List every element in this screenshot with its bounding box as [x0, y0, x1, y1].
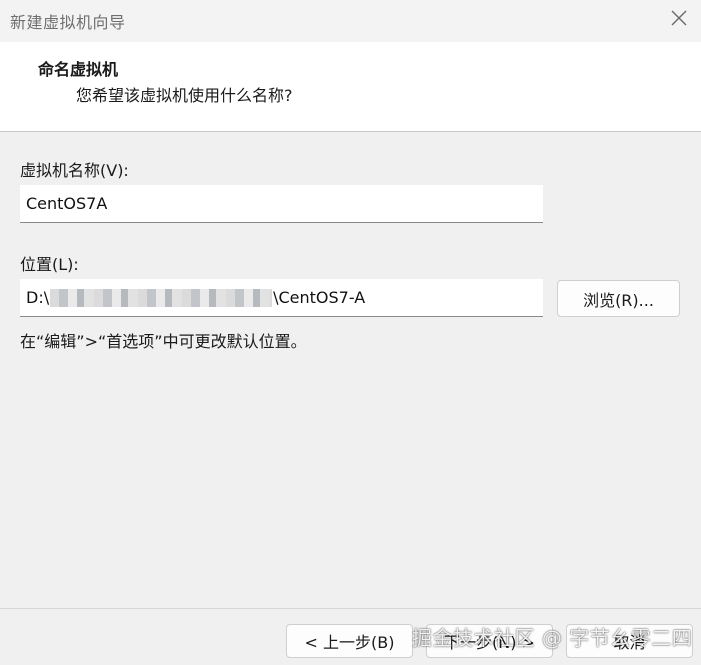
location-input[interactable]: D:\ \CentOS7-A [20, 279, 543, 317]
window-title: 新建虚拟机向导 [10, 13, 126, 32]
vm-name-input[interactable]: CentOS7A [20, 185, 543, 223]
close-icon [670, 9, 688, 31]
location-prefix: D:\ [26, 288, 50, 307]
page-title: 命名虚拟机 [38, 60, 119, 79]
vm-name-label: 虚拟机名称(V): [20, 161, 129, 180]
footer-divider [0, 608, 701, 609]
default-location-hint: 在“编辑”>“首选项”中可更改默认位置。 [20, 332, 307, 351]
back-button[interactable]: < 上一步(B) [286, 624, 413, 658]
browse-button[interactable]: 浏览(R)... [557, 280, 680, 317]
location-label: 位置(L): [20, 255, 79, 274]
close-button[interactable] [657, 0, 701, 40]
vm-name-value: CentOS7A [26, 194, 108, 213]
header-panel: 命名虚拟机 您希望该虚拟机使用什么名称? [0, 42, 701, 132]
location-suffix: \CentOS7-A [273, 288, 366, 307]
new-vm-wizard-window: 新建虚拟机向导 命名虚拟机 您希望该虚拟机使用什么名称? 虚拟机名称(V): C… [0, 0, 701, 665]
redacted-path [50, 288, 273, 307]
title-bar: 新建虚拟机向导 [0, 0, 701, 42]
watermark-text: 掘金技术社区 @ 字节幺零二四 [412, 626, 693, 650]
page-subtitle: 您希望该虚拟机使用什么名称? [76, 86, 293, 105]
